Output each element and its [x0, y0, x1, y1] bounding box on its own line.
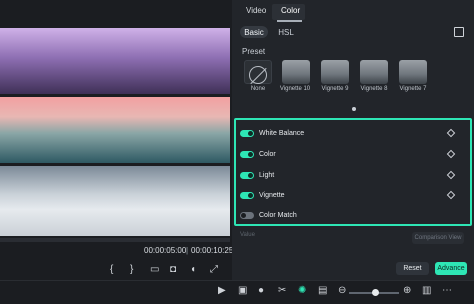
preset-vignette-9[interactable] — [321, 60, 349, 84]
save-preset-icon[interactable] — [454, 27, 464, 37]
preset-label-vignette-8: Vignette 8 — [360, 86, 388, 92]
current-timecode: 00:00:05:00 — [144, 246, 187, 255]
vignette-toggle[interactable] — [240, 191, 254, 199]
total-timecode: 00:00:10:25 — [191, 246, 234, 255]
display-icon[interactable]: ▭ — [150, 264, 159, 275]
advance-label: Advance — [437, 265, 465, 272]
keyframe-diamond-icon[interactable] — [446, 149, 456, 159]
color-toggle[interactable] — [240, 150, 254, 158]
subtab-basic[interactable]: Basic — [240, 26, 268, 38]
preset-label-vignette-10: Vignette 10 — [279, 86, 311, 92]
split-icon[interactable]: ✂ — [278, 285, 286, 296]
subtab-basic-label: Basic — [244, 27, 264, 37]
timecode-separator: | — [186, 246, 189, 255]
layout-icon[interactable]: ▥ — [422, 285, 431, 296]
mark-out-icon[interactable]: } — [130, 264, 133, 275]
preview-image-beach — [0, 97, 230, 163]
adjustment-row-vignette[interactable]: Vignette — [240, 186, 466, 204]
subtab-hsl-label: HSL — [278, 27, 294, 37]
tab-color[interactable]: Color — [281, 6, 300, 15]
mic-icon[interactable]: ● — [258, 285, 264, 296]
playback-timeline[interactable] — [0, 238, 230, 242]
light-toggle[interactable] — [240, 171, 254, 179]
zoom-slider-thumb[interactable] — [372, 289, 379, 296]
preset-vignette-10[interactable] — [282, 60, 310, 84]
keyframe-diamond-icon[interactable] — [446, 170, 456, 180]
volume-icon[interactable]: ◖ — [190, 264, 196, 275]
preset-vignette-7[interactable] — [399, 60, 427, 84]
play-icon[interactable]: ▶ — [218, 285, 226, 296]
mark-in-icon[interactable]: { — [110, 264, 113, 275]
adjustment-row-white-balance[interactable]: White Balance — [240, 124, 466, 142]
preset-label-none: None — [250, 86, 266, 92]
preview-image-snow — [0, 166, 230, 236]
preset-title: Preset — [242, 47, 266, 56]
color-match-label: Color Match — [259, 211, 297, 219]
camera-icon[interactable]: ◘ — [170, 264, 176, 275]
adjustment-row-color-match[interactable]: Color Match — [240, 206, 466, 224]
preset-vignette-8[interactable] — [360, 60, 388, 84]
fullscreen-icon[interactable]: ⤢ — [210, 264, 218, 275]
ai-icon[interactable]: ✺ — [298, 285, 306, 296]
keyframe-diamond-icon[interactable] — [446, 128, 456, 138]
adjustment-row-light[interactable]: Light — [240, 166, 466, 184]
tab-color-underline — [277, 20, 302, 22]
preset-pagination-dot — [352, 107, 356, 111]
value-label: Value — [240, 232, 255, 238]
white-balance-toggle[interactable] — [240, 129, 254, 137]
light-label: Light — [259, 171, 275, 179]
pip-icon[interactable]: ▤ — [318, 285, 327, 296]
tab-video[interactable]: Video — [246, 6, 266, 15]
comparison-view-button[interactable]: Comparison View — [412, 232, 464, 244]
marker-icon[interactable]: ▣ — [238, 285, 247, 296]
preview-image-forest — [0, 28, 230, 94]
color-label: Color — [259, 150, 276, 158]
reset-label: Reset — [403, 265, 422, 272]
subtab-hsl[interactable]: HSL — [275, 26, 297, 38]
preset-label-vignette-7: Vignette 7 — [399, 86, 427, 92]
vignette-label: Vignette — [259, 191, 285, 199]
adjustment-row-color[interactable]: Color — [240, 145, 466, 163]
white-balance-label: White Balance — [259, 129, 305, 137]
zoom-out-icon[interactable]: ⊖ — [338, 285, 346, 296]
color-match-toggle[interactable] — [240, 211, 254, 219]
comparison-view-label: Comparison View — [414, 235, 462, 241]
more-icon[interactable]: ⋯ — [442, 285, 452, 296]
zoom-in-icon[interactable]: ⊕ — [403, 285, 411, 296]
keyframe-diamond-icon[interactable] — [446, 190, 456, 200]
advance-button[interactable]: Advance — [435, 262, 467, 275]
reset-button[interactable]: Reset — [396, 262, 429, 275]
preset-label-vignette-9: Vignette 9 — [321, 86, 349, 92]
none-icon — [249, 66, 267, 84]
